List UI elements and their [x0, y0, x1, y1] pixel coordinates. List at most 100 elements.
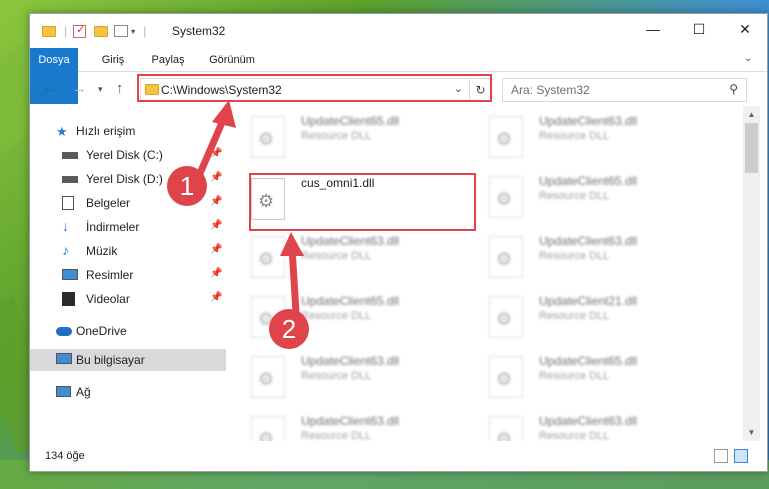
properties-icon[interactable]: ✓	[73, 24, 87, 38]
title-bar: | ✓ ▾ | System32 — ☐ ✕	[30, 14, 767, 48]
list-item[interactable]: ⚙ UpdateClient63.dll Resource DLL	[481, 410, 711, 441]
download-icon: ↓	[62, 218, 69, 234]
sidebar-item-music[interactable]: ♪ Müzik 📌	[30, 240, 226, 262]
address-highlight	[137, 74, 492, 102]
callout-2: 2	[269, 309, 309, 349]
sidebar-item-pictures[interactable]: Resimler 📌	[30, 264, 226, 286]
dll-file-icon: ⚙	[489, 296, 523, 338]
sidebar-item-label: Bu bilgisayar	[76, 353, 145, 367]
music-icon: ♪	[62, 242, 69, 258]
file-type: Resource DLL	[539, 250, 610, 262]
pictures-icon	[62, 269, 78, 280]
scroll-up-icon[interactable]: ▲	[743, 106, 760, 123]
scroll-thumb[interactable]	[745, 123, 758, 173]
folder-icon	[42, 25, 56, 37]
file-type: Resource DLL	[301, 310, 372, 322]
tab-view[interactable]: Görünüm	[200, 48, 264, 72]
tab-home[interactable]: Giriş	[88, 48, 138, 72]
dll-file-icon: ⚙	[489, 116, 523, 158]
forward-arrow-icon[interactable]: →	[72, 80, 87, 97]
file-name: UpdateClient63.dll	[301, 234, 400, 248]
list-item[interactable]: ⚙ UpdateClient63.dll Resource DLL	[481, 110, 711, 166]
file-name: UpdateClient63.dll	[301, 354, 400, 368]
sidebar-item-label: Müzik	[86, 244, 118, 258]
close-button[interactable]: ✕	[722, 14, 768, 44]
navigation-pane: ★ Hızlı erişim Yerel Disk (C:) 📌 Yerel D…	[30, 106, 226, 441]
details-view-icon[interactable]	[714, 449, 728, 463]
sidebar-item-onedrive[interactable]: OneDrive	[30, 320, 226, 342]
recent-locations-icon[interactable]: ▾	[98, 84, 103, 95]
sidebar-item-downloads[interactable]: ↓ İndirmeler 📌	[30, 216, 226, 238]
sidebar-item-quick-access[interactable]: ★ Hızlı erişim	[30, 120, 226, 142]
file-highlight	[249, 173, 476, 231]
list-item[interactable]: ⚙ UpdateClient65.dll Resource DLL	[481, 350, 711, 406]
list-item[interactable]: ⚙ UpdateClient63.dll Resource DLL	[243, 230, 473, 286]
pin-icon[interactable]: 📌	[210, 220, 222, 231]
pin-icon[interactable]: 📌	[210, 196, 222, 207]
file-type: Resource DLL	[539, 430, 610, 441]
dll-file-icon: ⚙	[251, 356, 285, 398]
pin-icon[interactable]: 📌	[210, 172, 222, 183]
large-icons-view-icon[interactable]	[734, 449, 748, 463]
file-name: UpdateClient65.dll	[301, 294, 400, 308]
file-type: Resource DLL	[301, 130, 372, 142]
file-name: UpdateClient65.dll	[539, 174, 638, 188]
drive-icon	[62, 176, 78, 183]
file-name: UpdateClient65.dll	[539, 354, 638, 368]
sidebar-item-label: Yerel Disk (D:)	[86, 172, 163, 186]
documents-icon	[62, 196, 74, 210]
videos-icon	[62, 292, 75, 306]
maximize-button[interactable]: ☐	[676, 14, 722, 44]
dll-file-icon: ⚙	[489, 356, 523, 398]
list-item[interactable]: ⚙ UpdateClient63.dll Resource DLL	[243, 350, 473, 406]
network-icon	[56, 386, 71, 397]
cloud-icon	[56, 327, 72, 336]
list-item[interactable]: ⚙ UpdateClient21.dll Resource DLL	[481, 290, 711, 346]
separator: |	[143, 24, 147, 38]
scroll-down-icon[interactable]: ▼	[743, 424, 760, 441]
view-menu-icon[interactable]	[114, 25, 129, 37]
sidebar-item-label: Resimler	[86, 268, 134, 282]
list-item[interactable]: ⚙ UpdateClient65.dll Resource DLL	[481, 170, 711, 226]
list-item[interactable]: ⚙ UpdateClient63.dll Resource DLL	[243, 410, 473, 441]
file-name: UpdateClient63.dll	[539, 114, 638, 128]
file-name: UpdateClient63.dll	[539, 414, 638, 428]
file-name: UpdateClient63.dll	[301, 414, 400, 428]
callout-1: 1	[167, 166, 207, 206]
search-box[interactable]: Ara: System32 ⚲	[502, 78, 747, 102]
vertical-scrollbar[interactable]: ▲ ▼	[743, 106, 760, 441]
separator: |	[64, 24, 68, 38]
sidebar-item-label: Hızlı erişim	[76, 124, 136, 138]
search-input[interactable]: Ara: System32	[511, 83, 590, 97]
up-arrow-icon[interactable]: ↑	[116, 80, 124, 97]
customize-dropdown-icon[interactable]: ▾	[131, 27, 135, 36]
ribbon-expand-icon[interactable]: ⌄	[744, 53, 752, 64]
file-name: UpdateClient65.dll	[301, 114, 400, 128]
status-bar: 134 öğe	[30, 441, 767, 471]
file-list: ⚙ UpdateClient65.dll Resource DLL ⚙ Upda…	[227, 106, 743, 441]
pin-icon[interactable]: 📌	[210, 268, 222, 279]
new-folder-icon[interactable]	[94, 25, 109, 37]
file-name: UpdateClient21.dll	[539, 294, 638, 308]
tab-share[interactable]: Paylaş	[142, 48, 194, 72]
list-item[interactable]: ⚙ UpdateClient63.dll Resource DLL	[481, 230, 711, 286]
sidebar-item-network[interactable]: Ağ	[30, 381, 226, 403]
minimize-button[interactable]: —	[630, 14, 676, 44]
file-type: Resource DLL	[301, 250, 372, 262]
list-item[interactable]: ⚙ UpdateClient65.dll Resource DLL	[243, 110, 473, 166]
back-arrow-icon[interactable]: ←	[42, 80, 57, 97]
sidebar-item-label: Videolar	[86, 292, 130, 306]
file-type: Resource DLL	[301, 370, 372, 382]
pin-icon[interactable]: 📌	[210, 148, 222, 159]
file-type: Resource DLL	[301, 430, 372, 441]
pin-icon[interactable]: 📌	[210, 292, 222, 303]
dll-file-icon: ⚙	[251, 116, 285, 158]
search-icon[interactable]: ⚲	[729, 82, 738, 96]
pin-icon[interactable]: 📌	[210, 244, 222, 255]
dll-file-icon: ⚙	[489, 176, 523, 218]
sidebar-item-this-pc[interactable]: Bu bilgisayar	[30, 349, 226, 371]
sidebar-item-videos[interactable]: Videolar 📌	[30, 288, 226, 310]
ribbon-tabs: Dosya Giriş Paylaş Görünüm ⌄	[30, 48, 767, 104]
sidebar-item-drive-c[interactable]: Yerel Disk (C:) 📌	[30, 144, 226, 166]
file-type: Resource DLL	[539, 130, 610, 142]
